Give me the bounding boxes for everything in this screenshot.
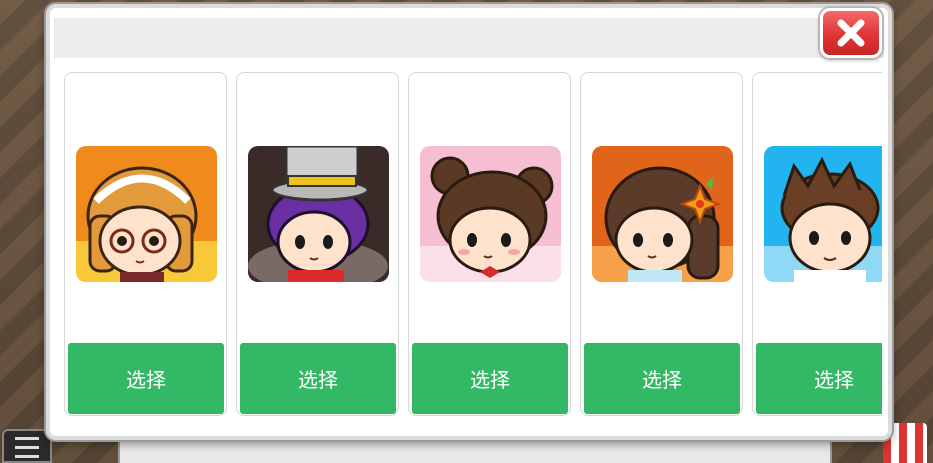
select-button[interactable]: 选择 [584,343,740,414]
character-avatar-girl-hair-buns [420,146,561,282]
close-x-icon [837,19,865,47]
character-card: 选择 [752,72,882,416]
select-button[interactable]: 选择 [412,343,568,414]
select-button[interactable]: 选择 [240,343,396,414]
close-button[interactable] [820,8,882,58]
character-card: 选择 [64,72,227,416]
character-card-list[interactable]: 选择 选择 选择 选择 选择 [60,72,882,418]
select-button[interactable]: 选择 [756,343,882,414]
character-avatar-girl-flower [592,146,733,282]
menu-icon [2,429,52,463]
dialog-header-bar [54,18,884,58]
character-card: 选择 [236,72,399,416]
background-bottom-bar [118,437,832,463]
select-button[interactable]: 选择 [68,343,224,414]
character-avatar-man-brown-hair [764,146,882,282]
character-avatar-girl-glasses [76,146,217,282]
character-avatar-boy-top-hat [248,146,389,282]
character-card: 选择 [408,72,571,416]
character-card: 选择 [580,72,743,416]
